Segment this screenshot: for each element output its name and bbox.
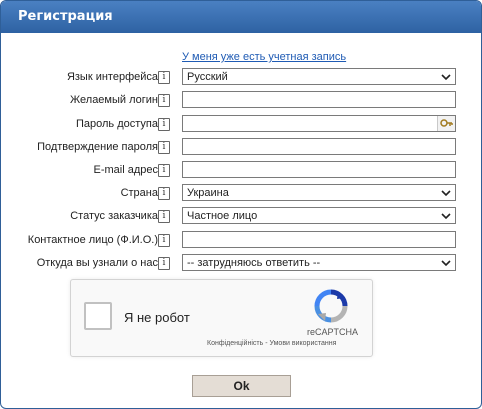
recaptcha-widget: Я не робот reCAPTCHA Конфіденційність - … [70, 279, 373, 357]
panel-header: Регистрация [1, 1, 481, 33]
language-value: Русский [187, 71, 228, 83]
chevron-down-icon [441, 74, 451, 81]
language-label: Язык интерфейса [66, 71, 158, 83]
info-icon[interactable]: i [158, 257, 170, 270]
info-icon[interactable]: i [158, 71, 170, 84]
country-select[interactable]: Украина [182, 184, 456, 201]
recaptcha-label: Я не робот [124, 310, 190, 325]
chevron-down-icon [441, 213, 451, 220]
password-confirm-row: Подтверждение пароля i [1, 138, 481, 158]
password-input[interactable] [182, 115, 456, 132]
have-account-link[interactable]: У меня уже есть учетная запись [182, 51, 346, 63]
referral-row: Откуда вы узнали о нас i -- затрудняюсь … [1, 254, 481, 274]
recaptcha-brand: reCAPTCHA [307, 327, 359, 337]
language-select[interactable]: Русский [182, 68, 456, 85]
info-icon[interactable]: i [158, 141, 170, 154]
recaptcha-terms-link[interactable]: Умови використання [269, 340, 336, 347]
recaptcha-privacy-link[interactable]: Конфіденційність [207, 340, 263, 347]
customer-status-row: Статус заказчика i Частное лицо [1, 207, 481, 227]
login-input[interactable] [182, 91, 456, 108]
login-row: Желаемый логин i [1, 91, 481, 111]
ok-button[interactable]: Ok [192, 375, 291, 397]
info-icon[interactable]: i [158, 234, 170, 247]
email-label: E-mail адрес [93, 164, 159, 176]
referral-select[interactable]: -- затрудняюсь ответить -- [182, 254, 456, 271]
key-icon[interactable] [437, 116, 455, 131]
referral-value: -- затрудняюсь ответить -- [187, 257, 321, 269]
login-label: Желаемый логин [70, 94, 158, 106]
password-confirm-input[interactable] [182, 138, 456, 155]
info-icon[interactable]: i [158, 94, 170, 107]
password-label: Пароль доступа [76, 118, 158, 130]
info-icon[interactable]: i [158, 210, 170, 223]
email-row: E-mail адрес i [1, 161, 481, 181]
panel-title: Регистрация [18, 9, 113, 24]
customer-status-select[interactable]: Частное лицо [182, 207, 456, 224]
registration-panel: Регистрация У меня уже есть учетная запи… [0, 0, 482, 409]
email-input[interactable] [182, 161, 456, 178]
contact-person-row: Контактное лицо (Ф.И.О.) i [1, 231, 481, 251]
language-row: Язык интерфейса i Русский [1, 68, 481, 88]
recaptcha-checkbox[interactable] [84, 302, 112, 330]
password-confirm-label: Подтверждение пароля [37, 141, 158, 153]
info-icon[interactable]: i [158, 118, 170, 131]
contact-person-label: Контактное лицо (Ф.И.О.) [27, 234, 158, 246]
chevron-down-icon [441, 190, 451, 197]
info-icon[interactable]: i [158, 187, 170, 200]
country-value: Украина [187, 187, 229, 199]
customer-status-value: Частное лицо [187, 210, 258, 222]
info-icon[interactable]: i [158, 164, 170, 177]
recaptcha-footer: Конфіденційність - Умови використання [207, 340, 336, 347]
customer-status-label: Статус заказчика [70, 210, 158, 222]
chevron-down-icon [441, 260, 451, 267]
country-row: Страна i Украина [1, 184, 481, 204]
recaptcha-logo-icon [314, 289, 348, 323]
referral-label: Откуда вы узнали о нас [36, 257, 158, 269]
password-row: Пароль доступа i [1, 115, 481, 135]
country-label: Страна [120, 187, 158, 199]
contact-person-input[interactable] [182, 231, 456, 248]
